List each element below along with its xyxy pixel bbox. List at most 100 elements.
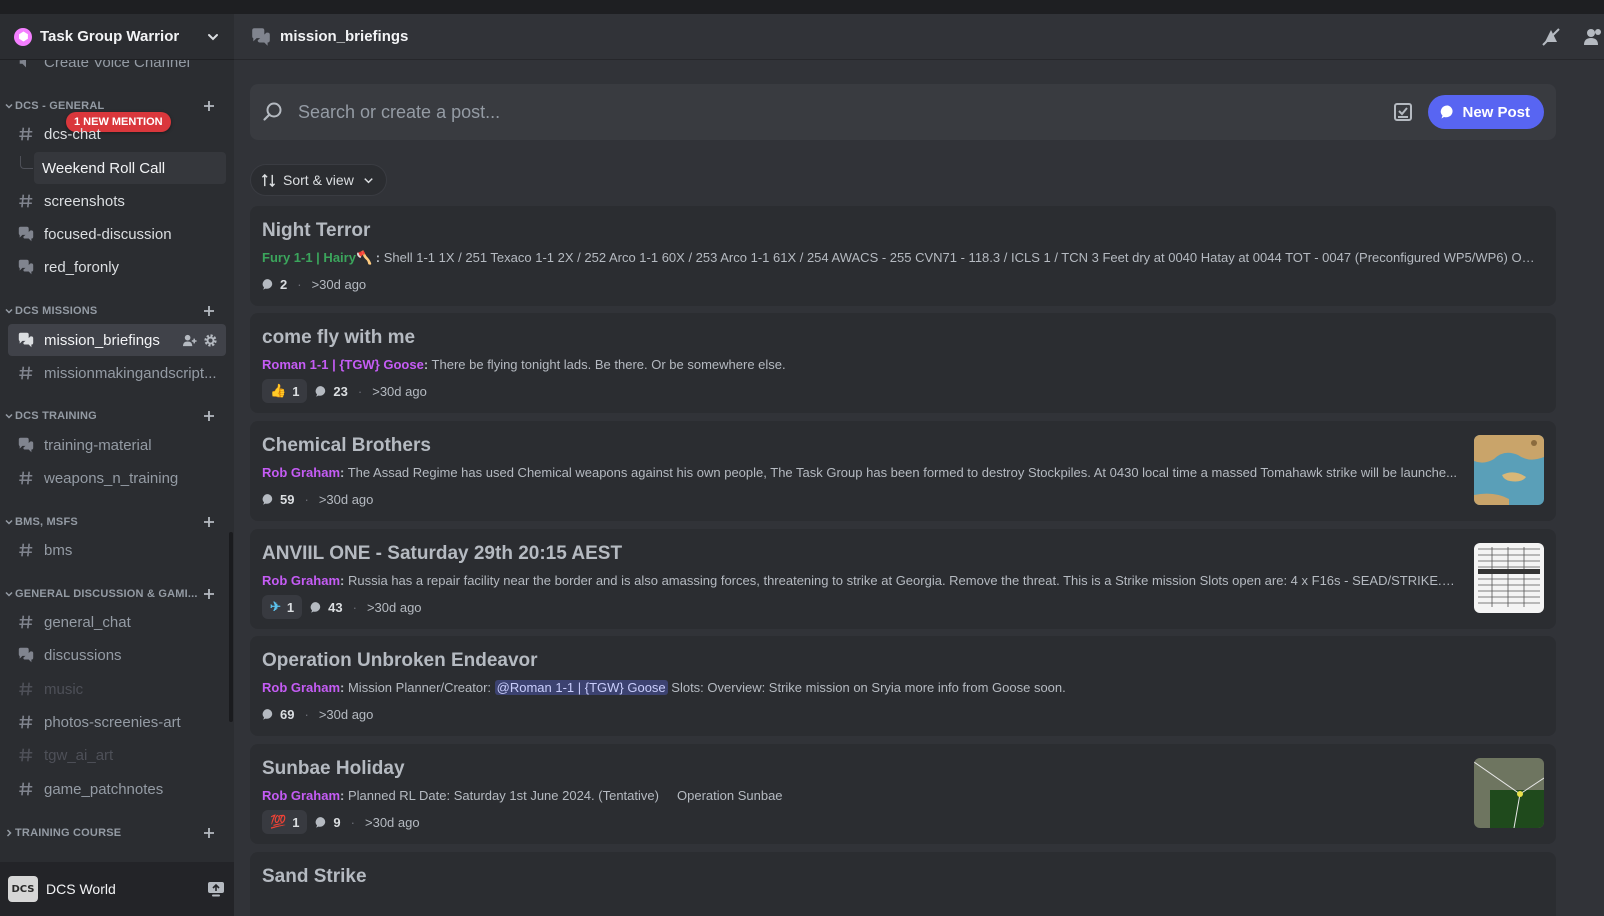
sidebar-item-label: general_chat bbox=[44, 613, 131, 631]
post-preview: Rob Graham: The Assad Regime has used Ch… bbox=[262, 465, 1457, 480]
category-label: TRAINING COURSE bbox=[15, 827, 122, 839]
post-age: >30d ago bbox=[318, 706, 374, 722]
sidebar-item-focused-discussion[interactable]: focused-discussion bbox=[8, 218, 226, 250]
sidebar-item-label: weapons_n_training bbox=[44, 469, 179, 487]
chat-bubble-icon bbox=[310, 601, 321, 613]
chat-bubble-icon bbox=[1441, 105, 1454, 119]
sidebar-item-screenshots[interactable]: screenshots bbox=[8, 185, 226, 217]
locked-forum-icon bbox=[16, 257, 36, 277]
invite-icon[interactable] bbox=[182, 333, 197, 348]
search-input[interactable] bbox=[296, 100, 1393, 124]
hash-icon bbox=[16, 363, 36, 383]
server-header[interactable]: Task Group Warrior bbox=[0, 14, 234, 60]
sidebar-item-game-patchnotes[interactable]: game_patchnotes bbox=[8, 773, 226, 805]
separator-dot: · bbox=[304, 706, 309, 722]
sort-label: Sort & view bbox=[283, 172, 354, 188]
forum-post[interactable]: Night Terror Fury 1-1 | Hairy🪓 : Shell 1… bbox=[250, 206, 1556, 306]
reaction-chip[interactable]: 👍 1 bbox=[262, 379, 308, 403]
server-boost-icon bbox=[14, 27, 32, 46]
channel-sidebar: Task Group Warrior Create Voice Channel … bbox=[0, 14, 234, 916]
forum-icon bbox=[16, 330, 36, 350]
sidebar-item-missionmakingandscripting[interactable]: missionmakingandscript... bbox=[8, 357, 226, 389]
hash-icon bbox=[16, 745, 36, 765]
sidebar-item-label: bms bbox=[44, 541, 73, 559]
sidebar-item-create-voice-channel[interactable]: Create Voice Channel bbox=[8, 60, 226, 78]
sidebar-item-photos-screenies-art[interactable]: photos-screenies-art bbox=[8, 706, 226, 738]
search-icon bbox=[263, 102, 282, 121]
category-general-discussion[interactable]: GENERAL DISCUSSION & GAMI... bbox=[0, 584, 234, 604]
new-post-button[interactable]: New Post bbox=[1428, 95, 1544, 129]
category-bms-msfs[interactable]: BMS, MSFS bbox=[0, 512, 234, 532]
sidebar-item-tgw-ai-art[interactable]: tgw_ai_art bbox=[8, 739, 226, 771]
terrain-thumbnail[interactable] bbox=[1474, 758, 1544, 828]
chevron-down-icon bbox=[5, 519, 13, 525]
channel-title: mission_briefings bbox=[280, 28, 409, 45]
member-list-icon[interactable] bbox=[1582, 26, 1604, 48]
add-channel-icon[interactable] bbox=[202, 409, 216, 423]
post-search-bar: New Post bbox=[250, 84, 1556, 140]
add-channel-icon[interactable] bbox=[202, 515, 216, 529]
sidebar-item-label: training-material bbox=[44, 436, 152, 454]
comment-count: 9 bbox=[315, 815, 341, 830]
sidebar-item-label: missionmakingandscript... bbox=[44, 364, 217, 382]
reaction-chip[interactable]: ✈ 1 bbox=[262, 595, 303, 619]
sidebar-item-general-chat[interactable]: general_chat bbox=[8, 606, 226, 638]
comment-count: 43 bbox=[310, 600, 343, 615]
chat-bubble-icon bbox=[316, 385, 326, 397]
add-channel-icon[interactable] bbox=[202, 826, 216, 840]
document-thumbnail[interactable] bbox=[1474, 543, 1544, 613]
add-channel-icon[interactable] bbox=[202, 99, 216, 113]
add-channel-icon[interactable] bbox=[202, 587, 216, 601]
thumbs-up-emoji: 👍 bbox=[270, 383, 287, 398]
post-meta: 2 · >30d ago bbox=[262, 272, 366, 296]
sort-and-view-button[interactable]: Sort & view bbox=[250, 164, 387, 196]
reaction-chip[interactable]: 💯 1 bbox=[262, 810, 308, 834]
sidebar-scrollbar[interactable] bbox=[229, 532, 233, 722]
post-title: Sunbae Holiday bbox=[262, 758, 405, 779]
hundred-emoji: 💯 bbox=[270, 814, 287, 829]
sidebar-item-training-material[interactable]: training-material bbox=[8, 429, 226, 461]
screen-share-icon[interactable] bbox=[206, 879, 226, 899]
post-preview: Fury 1-1 | Hairy🪓 : Shell 1-1 1X / 251 T… bbox=[262, 250, 1540, 266]
post-body: Russia has a repair facility near the bo… bbox=[344, 573, 1458, 588]
sidebar-item-mission-briefings[interactable]: mission_briefings bbox=[8, 324, 226, 356]
forum-post[interactable]: Chemical Brothers Rob Graham: The Assad … bbox=[250, 421, 1556, 521]
hash-icon bbox=[16, 712, 36, 732]
gear-icon[interactable] bbox=[203, 333, 218, 348]
sidebar-item-weapons-n-training[interactable]: weapons_n_training bbox=[8, 462, 226, 494]
sidebar-item-label: game_patchnotes bbox=[44, 780, 164, 798]
forum-post[interactable]: Sunbae Holiday Rob Graham: Planned RL Da… bbox=[250, 744, 1556, 844]
sidebar-item-label: dcs-chat bbox=[44, 125, 101, 143]
category-training-course[interactable]: TRAINING COURSE bbox=[0, 823, 234, 843]
category-dcs-general[interactable]: DCS - GENERAL bbox=[0, 96, 234, 116]
sidebar-item-music[interactable]: music bbox=[8, 673, 226, 705]
forum-post[interactable]: come fly with me Roman 1-1 | {TGW} Goose… bbox=[250, 313, 1556, 413]
add-channel-icon[interactable] bbox=[202, 304, 216, 318]
user-mention[interactable]: @Roman 1-1 | {TGW} Goose bbox=[494, 680, 668, 695]
sidebar-item-label: screenshots bbox=[44, 192, 125, 210]
sidebar-item-discussions[interactable]: discussions bbox=[8, 639, 226, 671]
forum-post[interactable]: Sand Strike bbox=[250, 852, 1556, 916]
category-dcs-missions[interactable]: DCS MISSIONS bbox=[0, 301, 234, 321]
forum-post[interactable]: Operation Unbroken Endeavor Rob Graham: … bbox=[250, 636, 1556, 736]
post-guidelines-icon[interactable] bbox=[1392, 101, 1414, 123]
post-meta: 👍 1 23 · >30d ago bbox=[262, 379, 427, 403]
post-preview: Roman 1-1 | {TGW} Goose: There be flying… bbox=[262, 357, 786, 372]
notification-muted-icon[interactable] bbox=[1540, 26, 1562, 48]
post-preview: Rob Graham: Russia has a repair facility… bbox=[262, 573, 1458, 588]
forum-post[interactable]: ANVIIL ONE - Saturday 29th 20:15 AEST Ro… bbox=[250, 529, 1556, 629]
map-thumbnail[interactable] bbox=[1474, 435, 1544, 505]
sidebar-item-red-foronly[interactable]: red_foronly bbox=[8, 251, 226, 283]
category-dcs-training[interactable]: DCS TRAINING bbox=[0, 406, 234, 426]
category-label: GENERAL DISCUSSION & GAMI... bbox=[15, 588, 198, 600]
post-meta: 💯 1 9 · >30d ago bbox=[262, 810, 420, 834]
speaker-icon bbox=[16, 60, 36, 72]
sidebar-item-label: tgw_ai_art bbox=[44, 746, 114, 764]
sidebar-item-dcs-chat[interactable]: dcs-chat bbox=[8, 118, 226, 150]
sidebar-item-bms[interactable]: bms bbox=[8, 534, 226, 566]
channel-list: Create Voice Channel 1 NEW MENTION DCS -… bbox=[0, 60, 234, 862]
chevron-down-icon[interactable] bbox=[206, 30, 220, 44]
new-post-label: New Post bbox=[1462, 103, 1530, 121]
window-top-strip bbox=[0, 0, 1604, 14]
sidebar-thread-weekend-roll-call[interactable]: Weekend Roll Call bbox=[34, 152, 226, 184]
